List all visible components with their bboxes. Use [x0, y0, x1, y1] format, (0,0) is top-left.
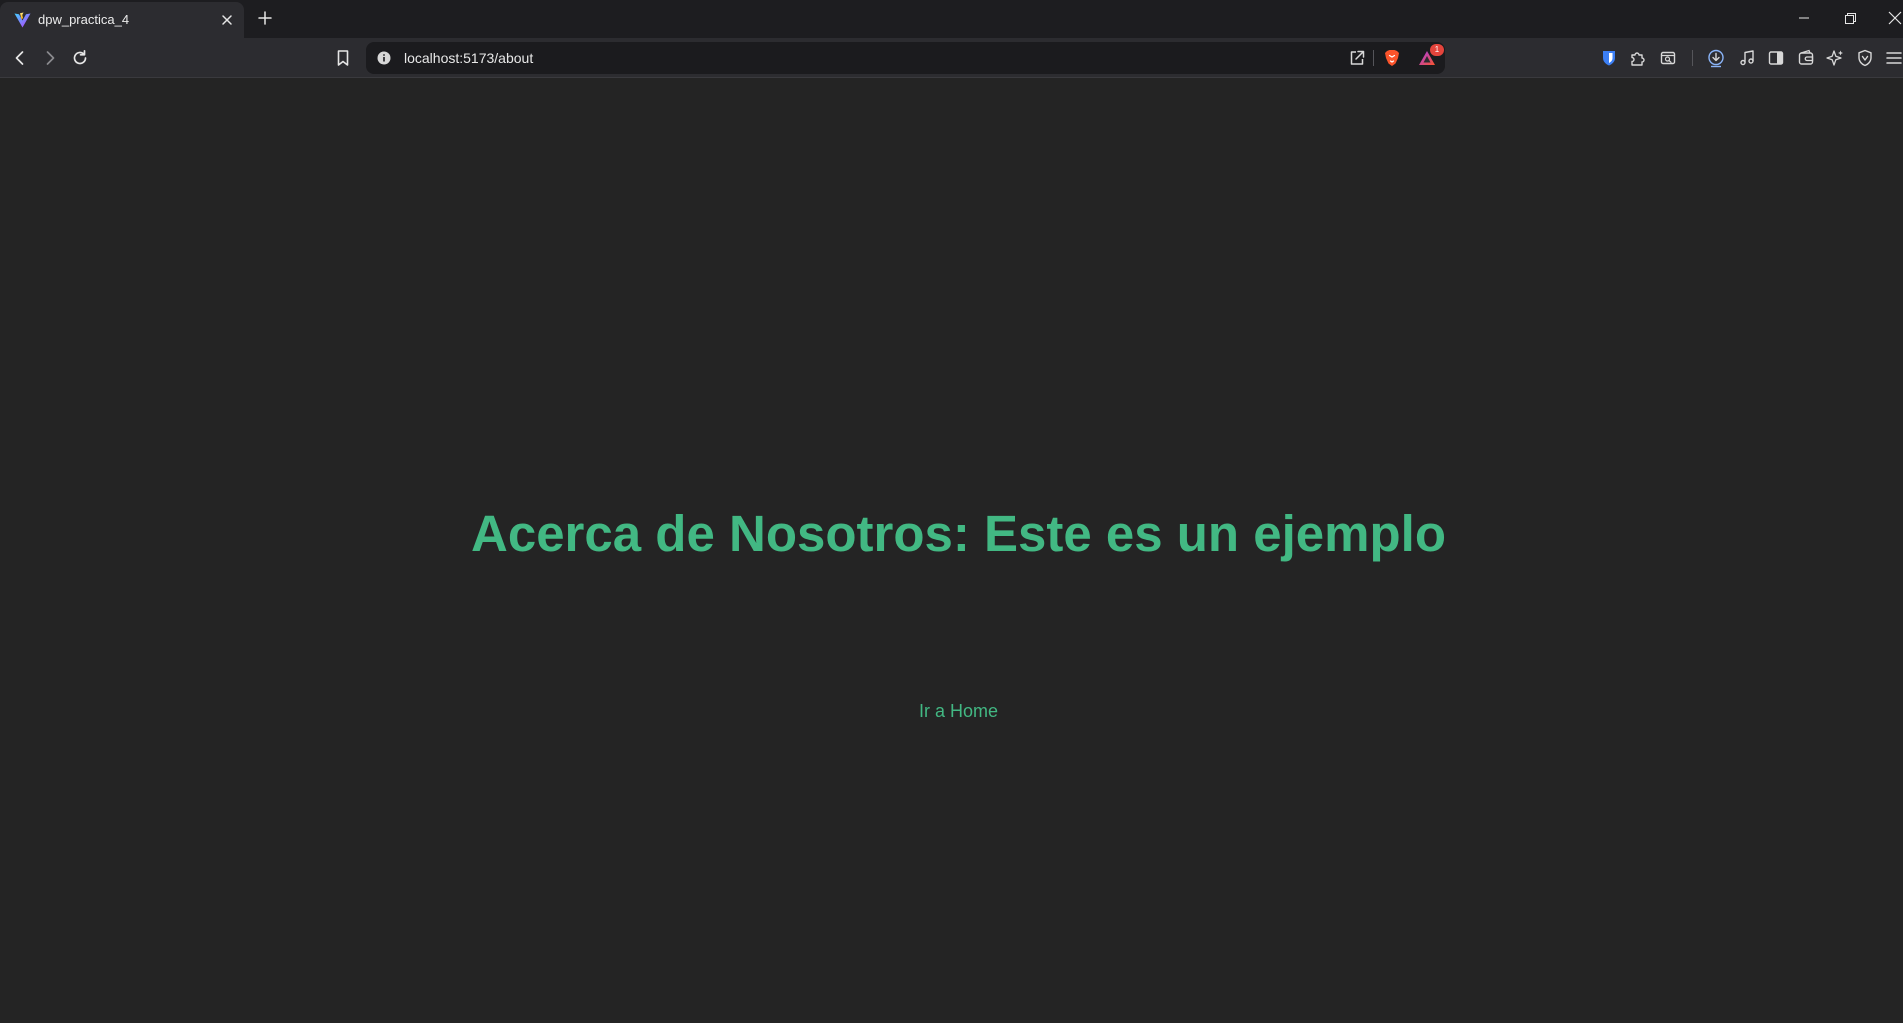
- menu-icon[interactable]: [1884, 48, 1903, 68]
- address-bar[interactable]: localhost:5173/about 1: [366, 42, 1445, 74]
- close-icon[interactable]: [219, 12, 235, 28]
- page-content: Acerca de Nosotros: Este es un ejemplo I…: [0, 78, 1903, 1023]
- window-close-icon[interactable]: [1884, 8, 1903, 28]
- url-text[interactable]: localhost:5173/about: [404, 49, 533, 67]
- leo-ai-sparkle-icon[interactable]: [1825, 48, 1845, 68]
- chevron-left-icon[interactable]: [10, 48, 30, 68]
- bookmark-icon[interactable]: [333, 48, 353, 68]
- plus-icon[interactable]: [256, 9, 274, 27]
- notification-badge: 1: [1430, 44, 1444, 56]
- tab-active[interactable]: dpw_practica_4: [0, 2, 244, 38]
- reload-icon[interactable]: [70, 48, 90, 68]
- download-icon[interactable]: [1706, 48, 1726, 68]
- restore-icon[interactable]: [1839, 8, 1861, 28]
- chevron-right-icon[interactable]: [40, 48, 60, 68]
- toolbar-divider: [1692, 50, 1693, 66]
- tab-title: dpw_practica_4: [38, 12, 130, 27]
- extensions-puzzle-icon[interactable]: [1628, 48, 1648, 68]
- browser-window: dpw_practica_4 localhost:5173/about 1 Ac…: [0, 0, 1903, 1023]
- brave-lion-icon[interactable]: [1382, 48, 1402, 68]
- tab-strip: dpw_practica_4: [0, 0, 1903, 38]
- home-link[interactable]: Ir a Home: [0, 699, 1903, 723]
- info-icon[interactable]: [376, 50, 392, 66]
- vite-logo-icon: [14, 12, 31, 28]
- share-icon[interactable]: [1347, 48, 1367, 68]
- screenshot-search-icon[interactable]: [1658, 48, 1678, 68]
- browser-toolbar: localhost:5173/about 1: [0, 38, 1903, 78]
- minimize-icon[interactable]: [1793, 8, 1815, 28]
- url-divider: [1373, 50, 1374, 66]
- sidebar-icon[interactable]: [1766, 48, 1786, 68]
- bitwarden-shield-icon[interactable]: [1599, 48, 1619, 68]
- wallet-icon[interactable]: [1796, 48, 1816, 68]
- vpn-shield-icon[interactable]: [1855, 48, 1875, 68]
- page-title: Acerca de Nosotros: Este es un ejemplo: [471, 505, 1446, 562]
- music-note-icon[interactable]: [1737, 48, 1757, 68]
